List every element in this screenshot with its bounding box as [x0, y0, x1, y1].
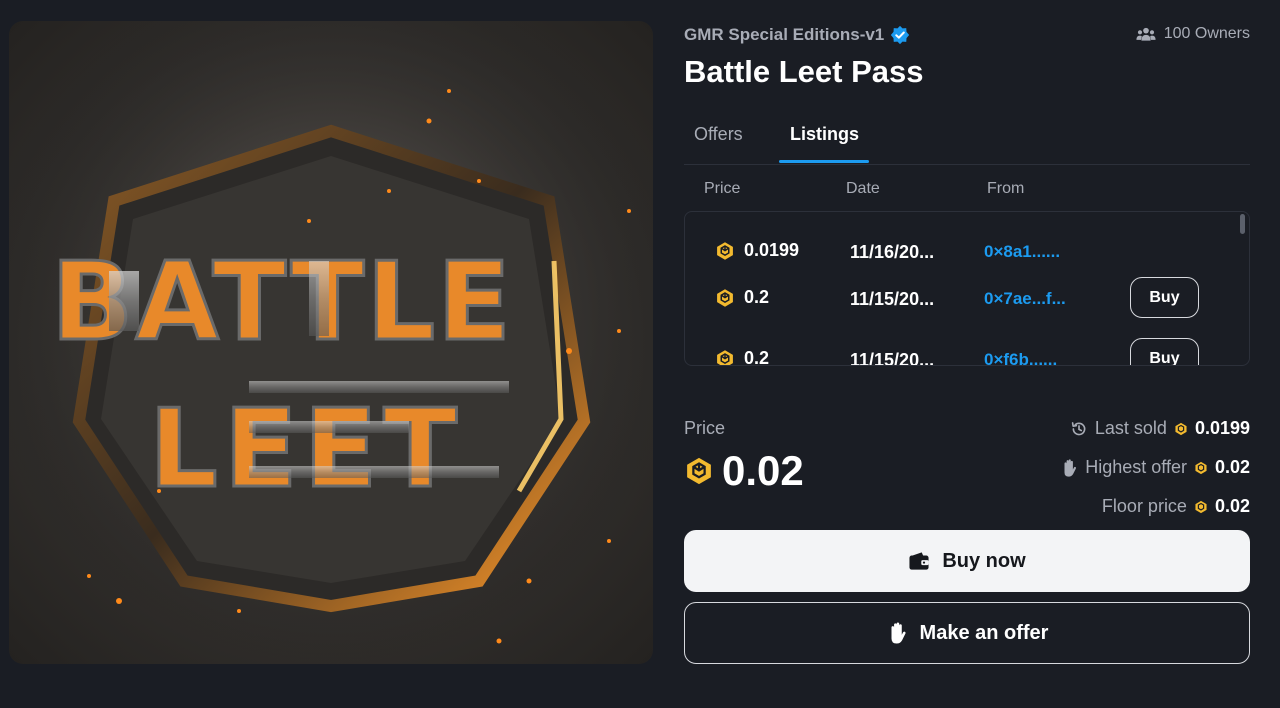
bnb-coin-icon	[1195, 500, 1207, 513]
bnb-coin-icon	[717, 288, 733, 307]
column-header-price: Price	[704, 180, 741, 197]
buy-now-button[interactable]: Buy now	[684, 530, 1250, 592]
current-price: 0.02	[684, 447, 804, 495]
tab-listings[interactable]: Listings	[790, 124, 859, 145]
row-from-address[interactable]: 0×8a1......	[984, 242, 1060, 262]
table-row: 0.2 11/15/20... 0×7ae...f... Buy	[685, 277, 1245, 321]
listings-table-header: Price Date From	[684, 178, 1250, 200]
row-price-value: 0.2	[744, 287, 770, 307]
buy-now-label: Buy now	[942, 549, 1026, 572]
owners-icon	[1136, 27, 1156, 41]
hand-icon	[1064, 458, 1077, 477]
floor-price-stat: Floor price 0.02	[1102, 496, 1250, 517]
tab-offers[interactable]: Offers	[694, 124, 743, 145]
bnb-coin-icon	[717, 241, 733, 260]
hand-icon	[891, 622, 906, 644]
row-price: 0.2	[715, 287, 769, 308]
column-header-date: Date	[846, 180, 880, 197]
last-sold-label: Last sold	[1094, 418, 1167, 438]
row-buy-button[interactable]: Buy	[1130, 277, 1199, 318]
price-label: Price	[684, 418, 726, 438]
table-row: 0.0199 11/16/20... 0×8a1......	[685, 230, 1245, 274]
row-price-value: 0.2	[744, 348, 770, 366]
nft-title: Battle Leet Pass	[684, 54, 924, 89]
current-price-value: 0.02	[722, 447, 804, 494]
bnb-coin-icon	[687, 457, 711, 485]
bnb-coin-icon	[717, 349, 733, 365]
listings-table[interactable]: 0.0199 11/16/20... 0×8a1...... 0.2 11/15…	[684, 211, 1250, 366]
highest-offer-label: Highest offer	[1085, 457, 1187, 477]
last-sold-value: 0.0199	[1194, 418, 1250, 438]
row-date: 11/15/20...	[850, 350, 935, 366]
verified-badge-icon	[891, 25, 910, 45]
row-buy-button[interactable]: Buy	[1130, 338, 1199, 365]
last-sold-stat: Last sold 0.0199	[1070, 418, 1250, 439]
active-tab-indicator	[779, 160, 869, 163]
highest-offer-value: 0.02	[1214, 457, 1250, 477]
owners-text: 100 Owners	[1163, 25, 1250, 42]
tab-bar: Offers Listings	[684, 112, 1250, 165]
floor-price-label: Floor price	[1101, 496, 1187, 516]
details-panel: GMR Special Editions-v1 100 Owners Battl…	[684, 0, 1250, 708]
make-offer-button[interactable]: Make an offer	[684, 602, 1250, 664]
row-price-value: 0.0199	[744, 240, 800, 260]
history-icon	[1071, 421, 1086, 435]
row-from-address[interactable]: 0×7ae...f...	[984, 289, 1066, 309]
highest-offer-stat: Highest offer 0.02	[1060, 457, 1250, 478]
owners-count[interactable]: 100 Owners	[1136, 25, 1250, 43]
row-price: 0.2	[715, 348, 770, 366]
collection-link[interactable]: GMR Special Editions-v1	[684, 25, 910, 45]
bnb-coin-icon	[1175, 422, 1187, 435]
collection-name[interactable]: GMR Special Editions-v1	[684, 25, 884, 45]
svg-text:LEET: LEET	[149, 387, 463, 512]
row-date: 11/16/20...	[850, 242, 935, 262]
battle-leet-logo-image: BATTLE LEET	[9, 21, 653, 664]
nft-artwork[interactable]: BATTLE LEET	[9, 21, 653, 664]
column-header-from: From	[987, 180, 1025, 197]
row-date: 11/15/20...	[850, 289, 935, 309]
table-row: 0.2 11/15/20... 0×f6b...... Buy	[685, 338, 1245, 366]
wallet-icon	[909, 552, 929, 570]
row-price: 0.0199	[715, 240, 799, 261]
row-from-address[interactable]: 0×f6b......	[984, 350, 1057, 365]
make-offer-label: Make an offer	[919, 621, 1049, 644]
floor-price-value: 0.02	[1214, 496, 1250, 516]
bnb-coin-icon	[1195, 461, 1207, 474]
